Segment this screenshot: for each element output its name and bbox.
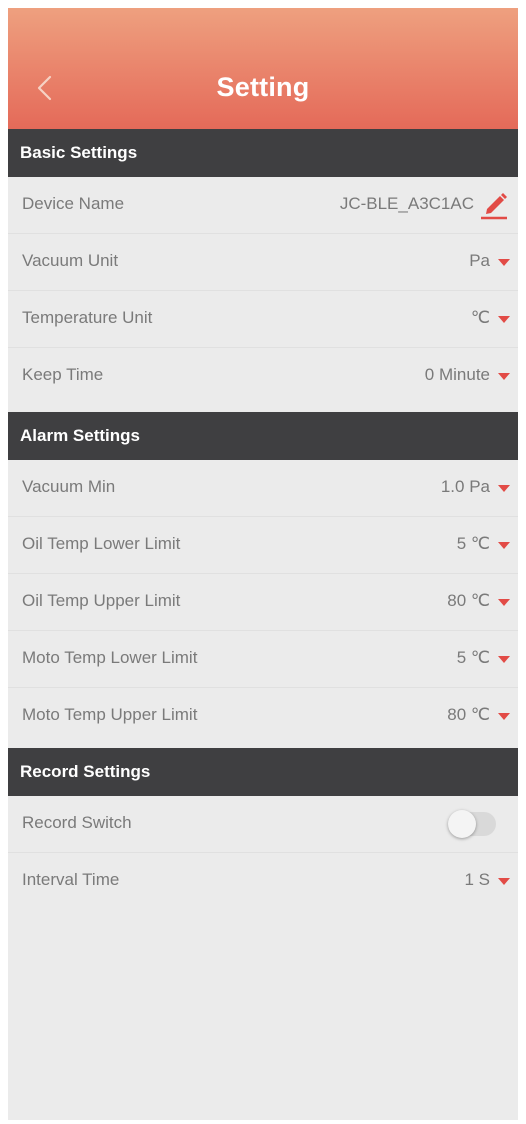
oil-temp-upper-label: Oil Temp Upper Limit [22,591,181,610]
interval-time-value: 1 S [464,870,490,890]
oil-temp-upper-value: 80 ℃ [447,591,490,611]
temperature-unit-label: Temperature Unit [22,308,153,327]
temperature-unit-row[interactable]: Temperature Unit ℃ [8,291,518,348]
moto-temp-lower-value: 5 ℃ [457,648,490,668]
keep-time-value: 0 Minute [425,365,490,385]
section-header-record: Record Settings [8,748,518,796]
moto-temp-lower-text: 5 ℃ [456,648,490,667]
moto-temp-upper-text: 80 ℃ [447,705,490,724]
page-title: Setting [216,72,310,102]
dropdown-caret-icon[interactable] [498,485,510,492]
dropdown-caret-icon[interactable] [498,599,510,606]
oil-temp-upper-text: 80 ℃ [447,591,490,610]
moto-temp-upper-label: Moto Temp Upper Limit [22,705,198,724]
dropdown-caret-icon[interactable] [498,713,510,720]
interval-time-text: 1 S [464,870,490,889]
record-switch-label: Record Switch [22,813,132,832]
record-switch-toggle[interactable] [448,810,496,838]
header-bar: Setting [8,8,518,129]
vacuum-min-label: Vacuum Min [22,477,116,496]
oil-temp-lower-row[interactable]: Oil Temp Lower Limit 5 ℃ [8,517,518,574]
oil-temp-lower-label: Oil Temp Lower Limit [22,534,181,553]
moto-temp-upper-row[interactable]: Moto Temp Upper Limit 80 ℃ [8,688,518,748]
temperature-unit-value: ℃ [471,308,490,328]
oil-temp-upper-row[interactable]: Oil Temp Upper Limit 80 ℃ [8,574,518,631]
device-name-text: JC-BLE_A3C1AC [339,194,474,213]
dropdown-caret-icon[interactable] [498,542,510,549]
interval-time-label: Interval Time [22,870,120,889]
vacuum-min-value: 1.0 Pa [441,477,490,497]
dropdown-caret-icon[interactable] [498,878,510,885]
device-name-value: JC-BLE_A3C1AC [340,194,474,214]
interval-time-row[interactable]: Interval Time 1 S [8,853,518,910]
settings-screen: Setting Basic Settings Device Name JC-BL… [8,8,518,1120]
vacuum-unit-label: Vacuum Unit [22,251,119,270]
keep-time-row[interactable]: Keep Time 0 Minute [8,348,518,410]
moto-temp-upper-value: 80 ℃ [447,705,490,725]
moto-temp-lower-label: Moto Temp Lower Limit [22,648,198,667]
vacuum-unit-row[interactable]: Vacuum Unit Pa [8,234,518,291]
toggle-knob [448,810,476,838]
section-header-basic: Basic Settings [8,129,518,177]
oil-temp-lower-text: 5 ℃ [456,534,490,553]
section-header-alarm: Alarm Settings [8,412,518,460]
temperature-unit-text: ℃ [470,308,490,327]
keep-time-text: 0 Minute [424,365,490,384]
device-name-row[interactable]: Device Name JC-BLE_A3C1AC [8,177,518,234]
record-switch-row: Record Switch [8,796,518,853]
vacuum-unit-text: Pa [469,251,490,270]
keep-time-label: Keep Time [22,365,104,384]
dropdown-caret-icon[interactable] [498,316,510,323]
dropdown-caret-icon[interactable] [498,373,510,380]
vacuum-min-text: 1.0 Pa [440,477,490,496]
vacuum-min-row[interactable]: Vacuum Min 1.0 Pa [8,460,518,517]
dropdown-caret-icon[interactable] [498,259,510,266]
device-name-label: Device Name [22,194,125,213]
edit-pencil-icon[interactable] [478,187,510,221]
moto-temp-lower-row[interactable]: Moto Temp Lower Limit 5 ℃ [8,631,518,688]
vacuum-unit-value: Pa [469,251,490,271]
dropdown-caret-icon[interactable] [498,656,510,663]
oil-temp-lower-value: 5 ℃ [457,534,490,554]
